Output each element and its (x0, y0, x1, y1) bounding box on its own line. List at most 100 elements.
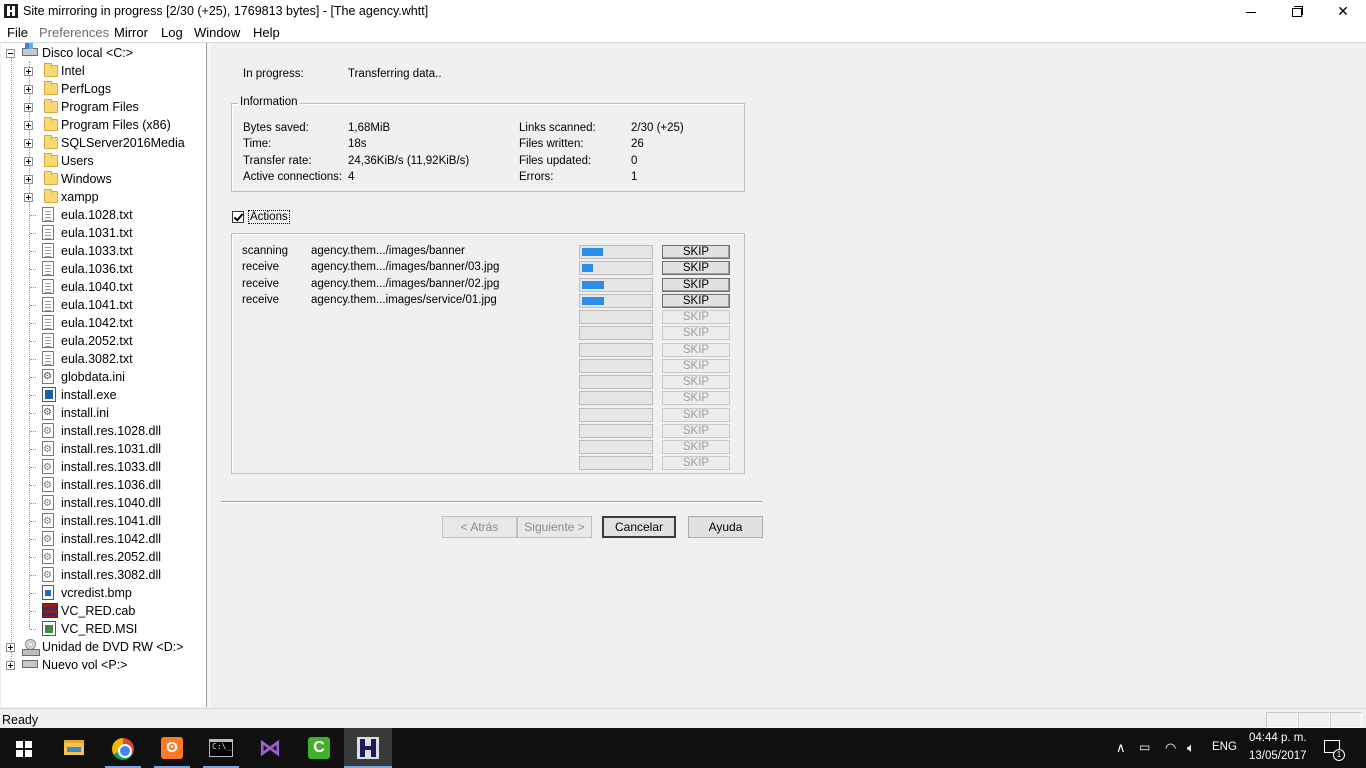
minimize-button[interactable] (1228, 0, 1274, 23)
tree-file[interactable]: install.res.1031.dll (1, 440, 206, 458)
skip-button[interactable]: SKIP (662, 424, 730, 438)
tree-folder[interactable]: Program Files (1, 98, 206, 116)
taskbar-visual-studio[interactable]: ⋈ (246, 728, 294, 768)
dll-file-icon (42, 495, 54, 510)
folder-tree[interactable]: Disco local <C:> Intel PerfLogs Program Fi… (1, 43, 207, 707)
menu-window[interactable]: Window (194, 25, 240, 40)
tree-folder[interactable]: SQLServer2016Media (1, 134, 206, 152)
skip-button[interactable]: SKIP (662, 408, 730, 422)
tree-file[interactable]: eula.1040.txt (1, 278, 206, 296)
tree-file[interactable]: install.res.3082.dll (1, 566, 206, 584)
tree-file[interactable]: eula.1042.txt (1, 314, 206, 332)
skip-button[interactable]: SKIP (662, 294, 730, 308)
skip-button[interactable]: SKIP (662, 440, 730, 454)
action-type: receive (242, 294, 280, 306)
tree-connector (30, 341, 36, 342)
tree-drive-p[interactable]: Nuevo vol <P:> (1, 656, 206, 674)
tree-folder[interactable]: PerfLogs (1, 80, 206, 98)
taskbar-camtasia[interactable]: C (295, 728, 343, 768)
tree-file[interactable]: eula.3082.txt (1, 350, 206, 368)
skip-button[interactable]: SKIP (662, 375, 730, 389)
menu-log[interactable]: Log (161, 25, 183, 40)
tree-file[interactable]: eula.1033.txt (1, 242, 206, 260)
tree-drive-d[interactable]: Unidad de DVD RW <D:> (1, 638, 206, 656)
file-explorer-icon (64, 740, 84, 755)
taskbar-command-prompt[interactable]: C:\_ (197, 728, 245, 768)
tree-file[interactable]: install.res.1040.dll (1, 494, 206, 512)
tree-file[interactable]: eula.2052.txt (1, 332, 206, 350)
transfer-progress-bar (579, 375, 653, 389)
skip-button[interactable]: SKIP (662, 456, 730, 470)
tree-file[interactable]: eula.1036.txt (1, 260, 206, 278)
tree-root-drive-c[interactable]: Disco local <C:> (1, 43, 206, 62)
tree-file[interactable]: VC_RED.cab (1, 602, 206, 620)
expand-icon[interactable] (24, 139, 33, 148)
menu-preferences[interactable]: Preferences (39, 25, 109, 40)
menu-file[interactable]: File (7, 25, 28, 40)
tree-file[interactable]: install.ini (1, 404, 206, 422)
menu-mirror[interactable]: Mirror (114, 25, 148, 40)
skip-button[interactable]: SKIP (662, 245, 730, 259)
tree-folder[interactable]: Intel (1, 62, 206, 80)
tree-file[interactable]: eula.1028.txt (1, 206, 206, 224)
battery-icon[interactable]: ▭ (1139, 740, 1150, 754)
folder-icon (44, 189, 58, 203)
clock-date[interactable]: 13/05/2017 (1249, 750, 1307, 762)
expand-icon[interactable] (24, 157, 33, 166)
tree-file[interactable]: eula.1031.txt (1, 224, 206, 242)
skip-button[interactable]: SKIP (662, 326, 730, 340)
tree-file[interactable]: install.res.1041.dll (1, 512, 206, 530)
skip-button[interactable]: SKIP (662, 261, 730, 275)
actions-checkbox-label[interactable]: Actions (248, 210, 290, 224)
maximize-button[interactable] (1274, 0, 1320, 23)
tree-file[interactable]: VC_RED.MSI (1, 620, 206, 638)
expand-icon[interactable] (6, 643, 15, 652)
input-language[interactable]: ENG (1212, 741, 1237, 753)
clock-time[interactable]: 04:44 p. m. (1249, 732, 1307, 744)
expand-icon[interactable] (24, 85, 33, 94)
expand-icon[interactable] (24, 121, 33, 130)
taskbar: ʘ C:\_ ⋈ C ∧ ▭ ◠ 🔈︎ ENG 04:44 p. m. 13/0… (0, 728, 1366, 768)
cancel-button[interactable]: Cancelar (602, 516, 676, 538)
tree-file[interactable]: install.exe (1, 386, 206, 404)
tree-file[interactable]: install.res.1036.dll (1, 476, 206, 494)
tree-file[interactable]: install.res.1042.dll (1, 530, 206, 548)
actions-checkbox[interactable] (232, 211, 244, 223)
tree-folder[interactable]: Users (1, 152, 206, 170)
taskbar-xampp[interactable]: ʘ (148, 728, 196, 768)
expand-icon[interactable] (24, 175, 33, 184)
menu-help[interactable]: Help (253, 25, 280, 40)
tree-folder[interactable]: xampp (1, 188, 206, 206)
tree-file-label: vcredist.bmp (61, 586, 132, 600)
volume-icon[interactable]: 🔈︎ (1187, 740, 1195, 756)
tree-file[interactable]: install.res.2052.dll (1, 548, 206, 566)
expand-icon[interactable] (24, 67, 33, 76)
start-button[interactable] (0, 728, 48, 768)
skip-button[interactable]: SKIP (662, 278, 730, 292)
taskbar-file-explorer[interactable] (50, 728, 98, 768)
expand-icon[interactable] (24, 193, 33, 202)
tree-connector (30, 323, 36, 324)
collapse-icon[interactable] (6, 49, 15, 58)
expand-icon[interactable] (6, 661, 15, 670)
show-hidden-icons-icon[interactable]: ∧ (1116, 740, 1126, 756)
expand-icon[interactable] (24, 103, 33, 112)
taskbar-httrack[interactable] (344, 728, 392, 768)
tree-file[interactable]: install.res.1033.dll (1, 458, 206, 476)
taskbar-chrome[interactable] (99, 728, 147, 768)
next-button[interactable]: Siguiente > (517, 516, 592, 538)
wifi-icon[interactable]: ◠ (1165, 740, 1176, 756)
tree-file[interactable]: vcredist.bmp (1, 584, 206, 602)
tree-file[interactable]: install.res.1028.dll (1, 422, 206, 440)
help-button[interactable]: Ayuda (688, 516, 763, 538)
tree-folder[interactable]: Program Files (x86) (1, 116, 206, 134)
tree-folder[interactable]: Windows (1, 170, 206, 188)
skip-button[interactable]: SKIP (662, 310, 730, 324)
skip-button[interactable]: SKIP (662, 359, 730, 373)
back-button[interactable]: < Atrás (442, 516, 517, 538)
tree-file[interactable]: eula.1041.txt (1, 296, 206, 314)
skip-button[interactable]: SKIP (662, 343, 730, 357)
close-button[interactable]: ✕ (1320, 0, 1366, 23)
tree-file[interactable]: globdata.ini (1, 368, 206, 386)
skip-button[interactable]: SKIP (662, 391, 730, 405)
